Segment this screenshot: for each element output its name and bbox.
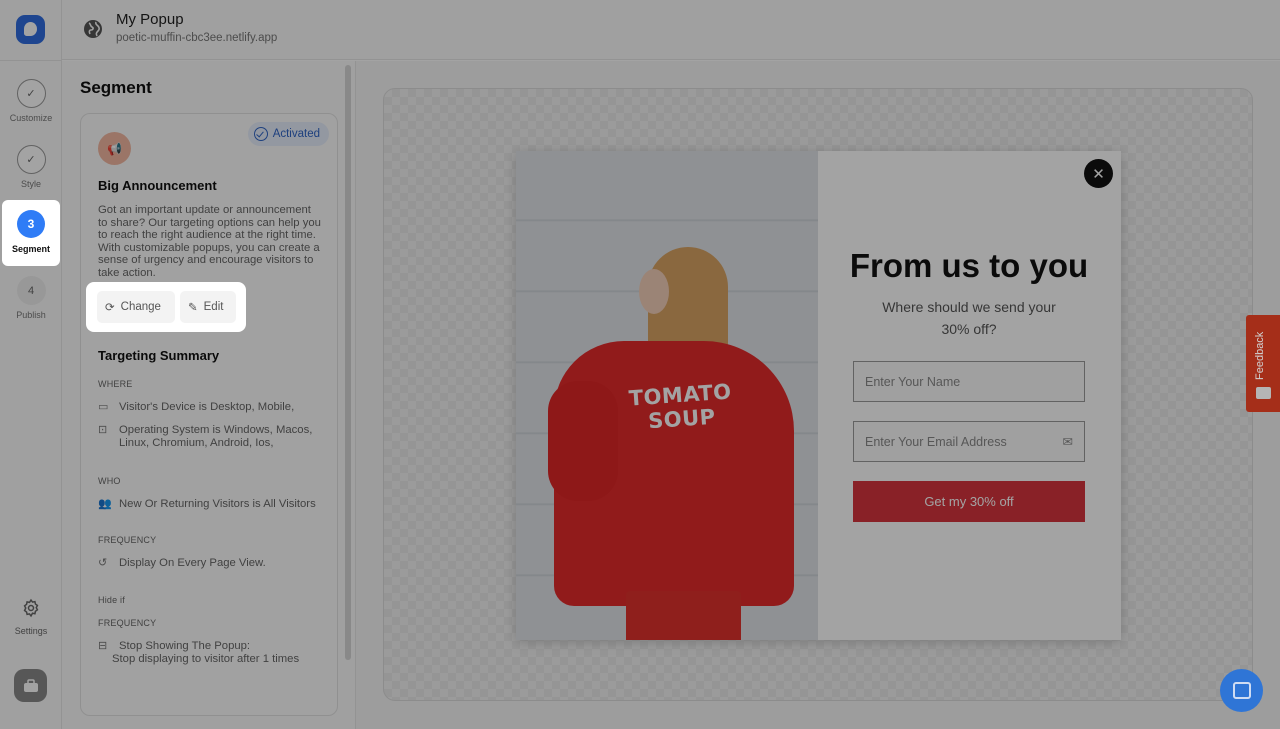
page-title: My Popup xyxy=(116,11,184,28)
panel-scrollbar[interactable] xyxy=(345,65,351,660)
popup-subtext: Where should we send your 30% off? xyxy=(882,299,1056,337)
settings-button[interactable]: Settings xyxy=(0,598,62,636)
devices-icon: ▭ xyxy=(98,401,109,413)
where-item-text: Operating System is Windows, Macos, Linu… xyxy=(119,424,313,449)
history-icon: ↺ xyxy=(98,557,108,569)
hide-frequency-label: FREQUENCY xyxy=(98,618,157,628)
popup-preview: TOMATO SOUP ✕ From us to you Where shoul… xyxy=(516,151,1121,640)
who-item-text: New Or Returning Visitors is All Visitor… xyxy=(119,498,316,510)
sweater-print: TOMATO SOUP xyxy=(624,379,737,435)
popup-image: TOMATO SOUP xyxy=(516,151,818,640)
site-url[interactable]: poetic-muffin-cbc3ee.netlify.app xyxy=(116,32,277,44)
check-icon: ✓ xyxy=(16,79,46,108)
hide-item-detail-row: Stop displaying to visitor after 1 times xyxy=(112,653,344,666)
cta-button[interactable]: Get my 30% off xyxy=(853,481,1085,522)
where-label: WHERE xyxy=(98,379,133,389)
app-logo[interactable] xyxy=(16,15,45,44)
segment-title: Big Announcement xyxy=(98,178,217,193)
badge-label: Activated xyxy=(272,128,320,140)
frequency-item: ↺ Display On Every Page View. xyxy=(98,557,330,570)
close-button[interactable]: ✕ xyxy=(1084,159,1113,188)
name-input[interactable]: Enter Your Name xyxy=(853,361,1085,402)
email-placeholder: Enter Your Email Address xyxy=(865,434,1007,449)
where-item-text: Visitor's Device is Desktop, Mobile, xyxy=(119,401,295,413)
megaphone-icon: 📢 xyxy=(98,132,131,165)
segment-card: Activated 📢 Big Announcement Got an impo… xyxy=(80,113,338,716)
gear-icon xyxy=(23,598,39,618)
change-label: Change xyxy=(120,301,161,313)
segment-description: Got an important update or announcement … xyxy=(98,204,321,279)
step-segment[interactable]: 3 Segment xyxy=(2,200,60,266)
feedback-face-icon xyxy=(1256,387,1271,399)
popup-headline: From us to you xyxy=(849,247,1089,284)
step-label: Style xyxy=(20,179,41,189)
popup-form: ✕ From us to you Where should we send yo… xyxy=(818,151,1121,640)
who-item: 👥 New Or Returning Visitors is All Visit… xyxy=(98,498,330,511)
rail-divider xyxy=(0,60,62,61)
globe-icon xyxy=(84,20,102,38)
laptop-icon: ⊡ xyxy=(98,424,108,436)
feedback-label: Feedback xyxy=(1254,331,1266,380)
briefcase-button[interactable] xyxy=(14,669,47,702)
top-bar: My Popup poetic-muffin-cbc3ee.netlify.ap… xyxy=(62,0,1280,60)
step-style[interactable]: ✓ Style xyxy=(0,145,62,189)
segment-actions: ⟳ Change ✎ Edit xyxy=(86,282,246,332)
check-icon: ✓ xyxy=(16,145,46,174)
activated-badge: Activated xyxy=(247,122,329,146)
panel-heading: Segment xyxy=(80,78,152,97)
mail-icon: ✉ xyxy=(1062,435,1073,449)
step-number: 3 xyxy=(17,210,45,238)
users-icon: 👥 xyxy=(98,498,112,510)
targeting-summary-title: Targeting Summary xyxy=(98,348,220,363)
change-button[interactable]: ⟳ Change xyxy=(97,291,175,323)
image-arm xyxy=(548,381,618,501)
name-placeholder: Enter Your Name xyxy=(865,374,961,389)
step-label: Segment xyxy=(11,244,50,254)
left-rail: ✓ Customize ✓ Style 4 Publish Settings xyxy=(0,0,62,729)
frequency-item-text: Display On Every Page View. xyxy=(119,557,266,569)
where-item-device: ▭ Visitor's Device is Desktop, Mobile, xyxy=(98,401,330,414)
edit-label: Edit xyxy=(203,301,224,313)
segment-panel: Segment Activated 📢 Big Announcement Got… xyxy=(62,61,356,729)
email-input[interactable]: Enter Your Email Address ✉ xyxy=(853,421,1085,462)
image-legs xyxy=(626,591,741,640)
hide-item-title: Stop Showing The Popup: xyxy=(119,640,251,652)
step-publish[interactable]: 4 Publish xyxy=(0,276,62,320)
step-label: Customize xyxy=(9,113,53,123)
step-customize[interactable]: ✓ Customize xyxy=(0,79,62,123)
pencil-icon: ✎ xyxy=(188,302,198,314)
briefcase-icon xyxy=(23,678,38,692)
chat-icon xyxy=(1232,682,1251,699)
refresh-icon: ⟳ xyxy=(105,302,115,314)
frequency-label: FREQUENCY xyxy=(98,535,157,545)
feedback-tab[interactable]: Feedback xyxy=(1246,315,1280,412)
hide-item: ⊟ Stop Showing The Popup: xyxy=(98,640,330,653)
image-face xyxy=(639,269,669,314)
step-number: 4 xyxy=(16,276,46,305)
settings-label: Settings xyxy=(14,626,48,636)
where-item-os: ⊡ Operating System is Windows, Macos, Li… xyxy=(98,424,330,450)
check-circle-icon xyxy=(253,127,268,141)
close-icon: ✕ xyxy=(1092,165,1105,183)
screen-icon: ⊟ xyxy=(98,640,108,652)
who-label: WHO xyxy=(98,476,121,486)
edit-button[interactable]: ✎ Edit xyxy=(180,291,236,323)
hide-item-detail: Stop displaying to visitor after 1 times xyxy=(112,653,300,665)
hide-if-label: Hide if xyxy=(98,595,125,605)
step-label: Publish xyxy=(16,310,46,320)
chat-launcher[interactable] xyxy=(1220,669,1263,712)
